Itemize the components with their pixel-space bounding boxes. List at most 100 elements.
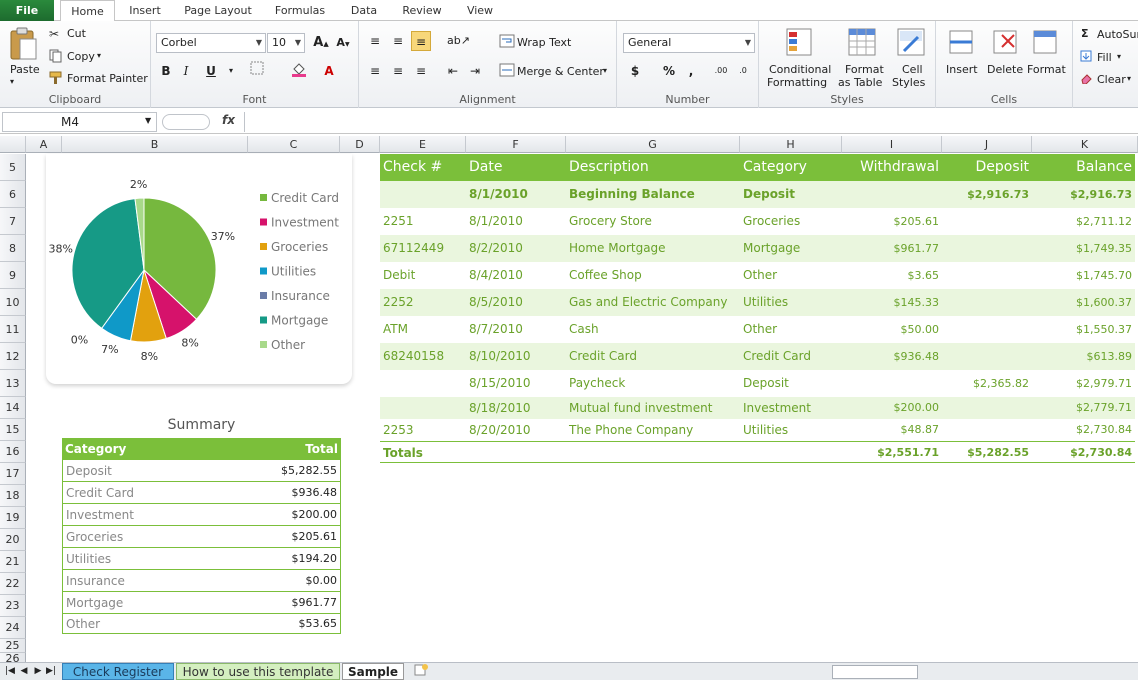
table-cell[interactable]: $1,600.37: [1035, 289, 1132, 316]
pie-chart-frame[interactable]: 37% 8% 8% 7% 0% 38% 2% Credit Card Investment Gro…: [46, 154, 352, 384]
table-cell[interactable]: 8/2/2010: [469, 235, 563, 262]
font-name-select[interactable]: Corbel ▼: [156, 33, 266, 53]
column-header-f[interactable]: F: [466, 136, 566, 153]
table-cell[interactable]: Investment: [66, 504, 134, 526]
shrink-font-icon[interactable]: A▼: [333, 33, 353, 53]
decrease-decimal-icon[interactable]: .0: [733, 61, 753, 81]
table-cell[interactable]: Investment: [743, 397, 839, 419]
table-cell[interactable]: 8/15/2010: [469, 370, 563, 397]
row-header-12[interactable]: 12: [0, 343, 26, 370]
table-cell[interactable]: 8/1/2010: [469, 181, 563, 208]
tab-view[interactable]: View: [458, 0, 502, 21]
table-cell[interactable]: $53.65: [299, 614, 338, 634]
cell-styles-button[interactable]: Cell: [902, 63, 923, 76]
wrap-text-icon[interactable]: [499, 34, 515, 51]
table-cell[interactable]: 8/4/2010: [469, 262, 563, 289]
table-cell[interactable]: $200.00: [845, 397, 940, 419]
table-cell[interactable]: $1,749.35: [1035, 235, 1132, 262]
sheet-tab-check-register[interactable]: Check Register: [62, 663, 174, 680]
table-cell[interactable]: Mortgage: [66, 592, 123, 614]
formula-scroll-icon[interactable]: [162, 114, 210, 130]
last-sheet-icon[interactable]: ▶|: [44, 663, 58, 680]
name-box-dropdown-icon[interactable]: ▼: [145, 116, 151, 125]
row-header-24[interactable]: 24: [0, 617, 26, 639]
cut-icon[interactable]: ✂: [49, 27, 59, 41]
table-cell[interactable]: Other: [743, 262, 839, 289]
italic-button[interactable]: I: [176, 61, 196, 81]
table-cell[interactable]: Gas and Electric Company: [569, 289, 737, 316]
table-cell[interactable]: $2,730.84: [1035, 419, 1132, 441]
sheet-tab-sample[interactable]: Sample: [342, 663, 404, 680]
table-cell[interactable]: $3.65: [845, 262, 940, 289]
font-color-icon[interactable]: A: [319, 61, 339, 81]
table-cell[interactable]: $0.00: [306, 570, 338, 592]
table-cell[interactable]: $5,282.55: [945, 442, 1029, 464]
row-header-11[interactable]: 11: [0, 316, 26, 343]
table-cell[interactable]: $50.00: [845, 316, 940, 343]
copy-icon[interactable]: [49, 49, 63, 66]
align-center-icon[interactable]: ≡: [388, 61, 408, 81]
insert-sheet-icon[interactable]: [410, 663, 432, 680]
row-header-8[interactable]: 8: [0, 235, 26, 262]
table-cell[interactable]: Mutual fund investment: [569, 397, 737, 419]
table-cell[interactable]: Credit Card: [743, 343, 839, 370]
table-cell[interactable]: Debit: [383, 262, 463, 289]
table-cell[interactable]: Coffee Shop: [569, 262, 737, 289]
column-header-d[interactable]: D: [340, 136, 380, 153]
table-cell[interactable]: Home Mortgage: [569, 235, 737, 262]
table-cell[interactable]: $961.77: [845, 235, 940, 262]
paste-icon[interactable]: [8, 27, 38, 64]
row-header-15[interactable]: 15: [0, 419, 26, 441]
fill-icon[interactable]: [1080, 50, 1092, 65]
increase-indent-icon[interactable]: ⇥: [465, 61, 485, 81]
column-header-i[interactable]: I: [842, 136, 942, 153]
delete-cells-icon[interactable]: [990, 27, 1020, 60]
insert-cells-button[interactable]: Insert: [946, 63, 978, 76]
currency-button[interactable]: $: [625, 61, 645, 81]
align-bottom-icon[interactable]: ≡: [411, 31, 431, 51]
align-top-icon[interactable]: ≡: [365, 31, 385, 51]
cut-button[interactable]: Cut: [67, 27, 86, 40]
table-cell[interactable]: 8/10/2010: [469, 343, 563, 370]
tab-file[interactable]: File: [0, 0, 54, 21]
clear-icon[interactable]: [1080, 72, 1092, 87]
row-header-9[interactable]: 9: [0, 262, 26, 289]
column-header-a[interactable]: A: [26, 136, 62, 153]
select-all-corner[interactable]: [0, 136, 26, 153]
table-cell[interactable]: Grocery Store: [569, 208, 737, 235]
table-cell[interactable]: Cash: [569, 316, 737, 343]
fx-icon[interactable]: fx: [222, 113, 235, 127]
wrap-text-button[interactable]: Wrap Text: [517, 36, 571, 49]
table-cell[interactable]: $2,551.71: [845, 442, 939, 464]
table-cell[interactable]: 2252: [383, 289, 463, 316]
conditional-formatting-button[interactable]: Conditional: [769, 63, 831, 76]
row-header-6[interactable]: 6: [0, 181, 26, 208]
cell-styles-icon[interactable]: [896, 27, 926, 60]
table-cell[interactable]: 8/1/2010: [469, 208, 563, 235]
table-cell[interactable]: Utilities: [743, 289, 839, 316]
column-header-h[interactable]: H: [740, 136, 842, 153]
insert-cells-icon[interactable]: [946, 27, 976, 60]
table-cell[interactable]: 8/18/2010: [469, 397, 563, 419]
formula-input[interactable]: [244, 112, 1136, 132]
table-cell[interactable]: $200.00: [292, 504, 338, 526]
table-cell[interactable]: $2,711.12: [1035, 208, 1132, 235]
autosum-button[interactable]: AutoSum: [1097, 28, 1138, 41]
column-header-g[interactable]: G: [566, 136, 740, 153]
column-header-j[interactable]: J: [942, 136, 1032, 153]
row-header-23[interactable]: 23: [0, 595, 26, 617]
table-cell[interactable]: Deposit: [66, 460, 112, 482]
fill-button[interactable]: Fill: [1097, 51, 1112, 64]
format-as-table-icon[interactable]: [847, 27, 877, 60]
table-cell[interactable]: $936.48: [292, 482, 338, 504]
table-cell[interactable]: $613.89: [1035, 343, 1133, 370]
table-cell[interactable]: Other: [743, 316, 839, 343]
row-header-10[interactable]: 10: [0, 289, 26, 316]
table-cell[interactable]: $5,282.55: [281, 460, 337, 482]
table-cell[interactable]: 8/5/2010: [469, 289, 563, 316]
row-header-17[interactable]: 17: [0, 463, 26, 485]
table-cell[interactable]: Groceries: [743, 208, 839, 235]
row-header-20[interactable]: 20: [0, 529, 26, 551]
table-cell[interactable]: $2,916.73: [1035, 181, 1132, 208]
increase-decimal-icon[interactable]: .00: [711, 61, 731, 81]
